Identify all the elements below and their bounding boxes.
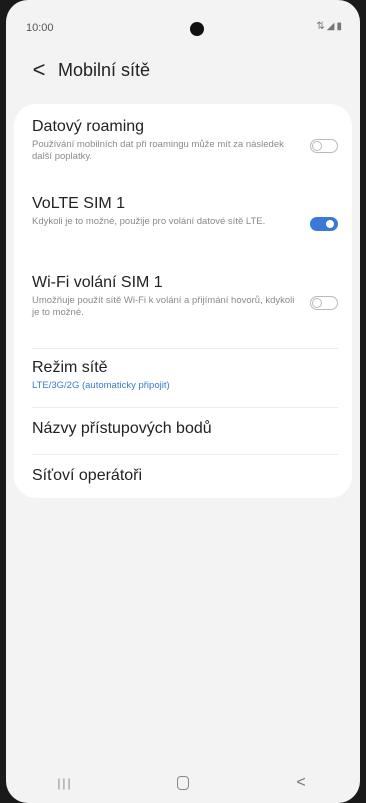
recent-apps-button[interactable]: ||| — [35, 768, 95, 798]
setting-datovy-roaming[interactable]: Datový roaming Používání mobilních dat p… — [32, 118, 338, 163]
navigation-bar: ||| < — [6, 763, 360, 803]
wifi-volani-toggle[interactable] — [310, 296, 338, 310]
toggle-knob — [325, 218, 335, 229]
setting-description: Umožňuje použít sítě Wi-Fi k volání a př… — [32, 295, 295, 318]
setting-volte-sim1[interactable]: VoLTE SIM 1 Kdykoli je to možné, použije… — [32, 195, 338, 231]
toggle-knob — [312, 297, 322, 308]
setting-title: Wi-Fi volání SIM 1 — [32, 274, 163, 291]
setting-value: LTE/3G/2G (automaticky připojit) — [32, 380, 170, 391]
status-time: 10:00 — [26, 22, 54, 34]
home-button[interactable] — [153, 768, 213, 798]
volte-toggle[interactable] — [310, 217, 338, 231]
page-title: Mobilní sítě — [58, 59, 151, 80]
setting-sitovi-operatori[interactable]: Síťoví operátoři — [32, 467, 338, 485]
setting-title: Názvy přístupových bodů — [32, 420, 212, 437]
status-bar: 10:00 ⇅◢▮ — [6, 0, 360, 56]
home-icon — [177, 776, 189, 790]
back-icon: < — [296, 774, 306, 791]
setting-description: Používání mobilních dat při roamingu můž… — [32, 139, 284, 162]
setting-title: Datový roaming — [32, 118, 145, 135]
setting-nazvy-apn[interactable]: Názvy přístupových bodů — [32, 420, 338, 438]
back-button[interactable]: < — [24, 55, 54, 85]
divider — [32, 454, 338, 455]
status-icons: ⇅◢▮ — [316, 21, 344, 32]
divider — [32, 348, 338, 349]
setting-title: VoLTE SIM 1 — [32, 195, 126, 212]
toggle-knob — [312, 140, 322, 151]
setting-rezim-site[interactable]: Režim sítě LTE/3G/2G (automaticky připoj… — [32, 359, 338, 392]
recent-apps-icon: ||| — [57, 776, 73, 790]
chevron-left-icon: < — [32, 57, 46, 82]
app-bar: < Mobilní sítě — [6, 50, 360, 90]
setting-description: Kdykoli je to možné, použije pro volání … — [32, 216, 266, 227]
phone-screen: 10:00 ⇅◢▮ < Mobilní sítě Datový roaming … — [6, 0, 360, 803]
divider — [32, 407, 338, 408]
setting-title: Síťoví operátoři — [32, 467, 143, 484]
settings-card: Datový roaming Používání mobilních dat p… — [14, 104, 352, 498]
back-nav-button[interactable]: < — [271, 768, 331, 798]
datovy-roaming-toggle[interactable] — [310, 139, 338, 153]
front-camera — [190, 22, 204, 36]
setting-wifi-volani[interactable]: Wi-Fi volání SIM 1 Umožňuje použít sítě … — [32, 274, 338, 319]
setting-title: Režim sítě — [32, 359, 108, 376]
